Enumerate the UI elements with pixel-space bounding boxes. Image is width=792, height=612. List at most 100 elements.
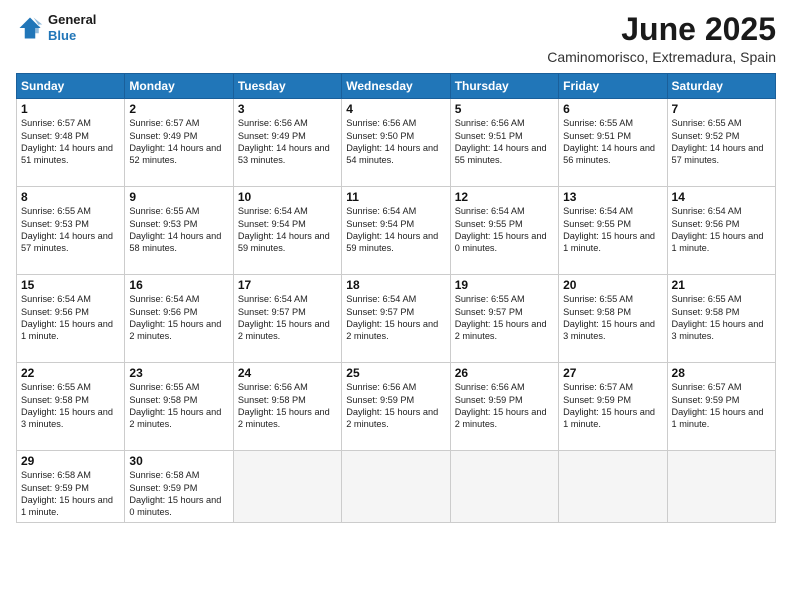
day-number: 20 xyxy=(563,278,662,292)
day-cell: 8Sunrise: 6:55 AMSunset: 9:53 PMDaylight… xyxy=(17,187,125,275)
day-number: 6 xyxy=(563,102,662,116)
col-monday: Monday xyxy=(125,74,233,99)
day-number: 18 xyxy=(346,278,445,292)
cell-info: Sunrise: 6:57 AMSunset: 9:59 PMDaylight:… xyxy=(672,381,771,431)
calendar-table: Sunday Monday Tuesday Wednesday Thursday… xyxy=(16,73,776,523)
day-number: 19 xyxy=(455,278,554,292)
day-cell: 3Sunrise: 6:56 AMSunset: 9:49 PMDaylight… xyxy=(233,99,341,187)
title-block: June 2025 Caminomorisco, Extremadura, Sp… xyxy=(547,12,776,65)
day-number: 26 xyxy=(455,366,554,380)
cell-info: Sunrise: 6:54 AMSunset: 9:54 PMDaylight:… xyxy=(346,205,445,255)
logo: General Blue xyxy=(16,12,96,43)
cell-info: Sunrise: 6:57 AMSunset: 9:48 PMDaylight:… xyxy=(21,117,120,167)
day-number: 5 xyxy=(455,102,554,116)
day-cell: 9Sunrise: 6:55 AMSunset: 9:53 PMDaylight… xyxy=(125,187,233,275)
cell-info: Sunrise: 6:55 AMSunset: 9:51 PMDaylight:… xyxy=(563,117,662,167)
cell-info: Sunrise: 6:57 AMSunset: 9:59 PMDaylight:… xyxy=(563,381,662,431)
calendar-header-row: Sunday Monday Tuesday Wednesday Thursday… xyxy=(17,74,776,99)
day-cell: 10Sunrise: 6:54 AMSunset: 9:54 PMDayligh… xyxy=(233,187,341,275)
cell-info: Sunrise: 6:56 AMSunset: 9:58 PMDaylight:… xyxy=(238,381,337,431)
day-cell: 6Sunrise: 6:55 AMSunset: 9:51 PMDaylight… xyxy=(559,99,667,187)
day-cell: 20Sunrise: 6:55 AMSunset: 9:58 PMDayligh… xyxy=(559,275,667,363)
cell-info: Sunrise: 6:56 AMSunset: 9:59 PMDaylight:… xyxy=(346,381,445,431)
day-cell: 1Sunrise: 6:57 AMSunset: 9:48 PMDaylight… xyxy=(17,99,125,187)
day-number: 16 xyxy=(129,278,228,292)
day-number: 13 xyxy=(563,190,662,204)
day-cell: 29Sunrise: 6:58 AMSunset: 9:59 PMDayligh… xyxy=(17,451,125,523)
col-sunday: Sunday xyxy=(17,74,125,99)
day-cell xyxy=(667,451,775,523)
day-number: 17 xyxy=(238,278,337,292)
col-saturday: Saturday xyxy=(667,74,775,99)
day-cell: 11Sunrise: 6:54 AMSunset: 9:54 PMDayligh… xyxy=(342,187,450,275)
day-cell: 14Sunrise: 6:54 AMSunset: 9:56 PMDayligh… xyxy=(667,187,775,275)
cell-info: Sunrise: 6:55 AMSunset: 9:52 PMDaylight:… xyxy=(672,117,771,167)
day-cell: 2Sunrise: 6:57 AMSunset: 9:49 PMDaylight… xyxy=(125,99,233,187)
col-wednesday: Wednesday xyxy=(342,74,450,99)
day-cell: 24Sunrise: 6:56 AMSunset: 9:58 PMDayligh… xyxy=(233,363,341,451)
day-cell: 4Sunrise: 6:56 AMSunset: 9:50 PMDaylight… xyxy=(342,99,450,187)
cell-info: Sunrise: 6:56 AMSunset: 9:51 PMDaylight:… xyxy=(455,117,554,167)
day-cell: 27Sunrise: 6:57 AMSunset: 9:59 PMDayligh… xyxy=(559,363,667,451)
cell-info: Sunrise: 6:55 AMSunset: 9:58 PMDaylight:… xyxy=(563,293,662,343)
day-number: 25 xyxy=(346,366,445,380)
cell-info: Sunrise: 6:54 AMSunset: 9:57 PMDaylight:… xyxy=(238,293,337,343)
subtitle: Caminomorisco, Extremadura, Spain xyxy=(547,49,776,65)
cell-info: Sunrise: 6:55 AMSunset: 9:53 PMDaylight:… xyxy=(21,205,120,255)
day-number: 23 xyxy=(129,366,228,380)
day-number: 24 xyxy=(238,366,337,380)
logo-icon xyxy=(16,14,44,42)
cell-info: Sunrise: 6:55 AMSunset: 9:58 PMDaylight:… xyxy=(129,381,228,431)
day-cell xyxy=(233,451,341,523)
col-tuesday: Tuesday xyxy=(233,74,341,99)
day-cell: 26Sunrise: 6:56 AMSunset: 9:59 PMDayligh… xyxy=(450,363,558,451)
cell-info: Sunrise: 6:58 AMSunset: 9:59 PMDaylight:… xyxy=(21,469,120,519)
day-number: 28 xyxy=(672,366,771,380)
day-cell: 18Sunrise: 6:54 AMSunset: 9:57 PMDayligh… xyxy=(342,275,450,363)
day-cell xyxy=(450,451,558,523)
day-cell: 25Sunrise: 6:56 AMSunset: 9:59 PMDayligh… xyxy=(342,363,450,451)
day-cell xyxy=(342,451,450,523)
day-number: 10 xyxy=(238,190,337,204)
day-number: 29 xyxy=(21,454,120,468)
day-cell: 17Sunrise: 6:54 AMSunset: 9:57 PMDayligh… xyxy=(233,275,341,363)
day-number: 21 xyxy=(672,278,771,292)
day-number: 4 xyxy=(346,102,445,116)
header: General Blue June 2025 Caminomorisco, Ex… xyxy=(16,12,776,65)
day-cell: 5Sunrise: 6:56 AMSunset: 9:51 PMDaylight… xyxy=(450,99,558,187)
day-cell: 7Sunrise: 6:55 AMSunset: 9:52 PMDaylight… xyxy=(667,99,775,187)
day-number: 7 xyxy=(672,102,771,116)
cell-info: Sunrise: 6:55 AMSunset: 9:57 PMDaylight:… xyxy=(455,293,554,343)
col-friday: Friday xyxy=(559,74,667,99)
logo-text: General Blue xyxy=(48,12,96,43)
day-number: 14 xyxy=(672,190,771,204)
col-thursday: Thursday xyxy=(450,74,558,99)
cell-info: Sunrise: 6:56 AMSunset: 9:50 PMDaylight:… xyxy=(346,117,445,167)
day-cell: 30Sunrise: 6:58 AMSunset: 9:59 PMDayligh… xyxy=(125,451,233,523)
day-cell xyxy=(559,451,667,523)
cell-info: Sunrise: 6:54 AMSunset: 9:54 PMDaylight:… xyxy=(238,205,337,255)
day-number: 22 xyxy=(21,366,120,380)
day-number: 27 xyxy=(563,366,662,380)
day-cell: 23Sunrise: 6:55 AMSunset: 9:58 PMDayligh… xyxy=(125,363,233,451)
day-number: 3 xyxy=(238,102,337,116)
day-cell: 15Sunrise: 6:54 AMSunset: 9:56 PMDayligh… xyxy=(17,275,125,363)
cell-info: Sunrise: 6:54 AMSunset: 9:55 PMDaylight:… xyxy=(455,205,554,255)
cell-info: Sunrise: 6:55 AMSunset: 9:53 PMDaylight:… xyxy=(129,205,228,255)
day-number: 30 xyxy=(129,454,228,468)
day-number: 15 xyxy=(21,278,120,292)
day-number: 2 xyxy=(129,102,228,116)
day-number: 1 xyxy=(21,102,120,116)
cell-info: Sunrise: 6:57 AMSunset: 9:49 PMDaylight:… xyxy=(129,117,228,167)
day-cell: 21Sunrise: 6:55 AMSunset: 9:58 PMDayligh… xyxy=(667,275,775,363)
cell-info: Sunrise: 6:56 AMSunset: 9:49 PMDaylight:… xyxy=(238,117,337,167)
day-cell: 28Sunrise: 6:57 AMSunset: 9:59 PMDayligh… xyxy=(667,363,775,451)
cell-info: Sunrise: 6:54 AMSunset: 9:56 PMDaylight:… xyxy=(129,293,228,343)
cell-info: Sunrise: 6:54 AMSunset: 9:56 PMDaylight:… xyxy=(672,205,771,255)
cell-info: Sunrise: 6:58 AMSunset: 9:59 PMDaylight:… xyxy=(129,469,228,519)
day-number: 9 xyxy=(129,190,228,204)
cell-info: Sunrise: 6:55 AMSunset: 9:58 PMDaylight:… xyxy=(21,381,120,431)
cell-info: Sunrise: 6:54 AMSunset: 9:55 PMDaylight:… xyxy=(563,205,662,255)
day-number: 11 xyxy=(346,190,445,204)
day-cell: 12Sunrise: 6:54 AMSunset: 9:55 PMDayligh… xyxy=(450,187,558,275)
